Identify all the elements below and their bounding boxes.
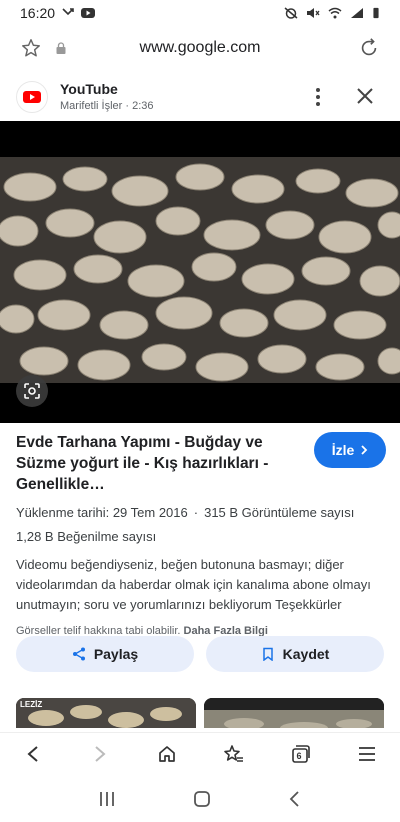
visit-button[interactable]: İzle (314, 432, 386, 468)
tabs-button[interactable]: 6 (289, 743, 311, 765)
description: Videomu beğendiyseniz, beğen butonuna ba… (16, 557, 371, 612)
system-back-icon[interactable] (288, 790, 302, 808)
related-thumbnail[interactable]: LEZİZ (16, 698, 196, 728)
wifi-icon (328, 7, 342, 19)
reload-icon[interactable] (358, 37, 380, 59)
tarhana-photo (0, 157, 400, 383)
forward-button[interactable] (89, 743, 111, 765)
share-icon (72, 647, 85, 661)
related-images: LEZİZ (16, 698, 400, 728)
hamburger-menu-icon (358, 746, 375, 761)
system-navigation (0, 776, 400, 822)
youtube-notification-icon (81, 8, 96, 18)
related-label: LEZİZ (20, 700, 43, 709)
like-count: 1,28 B Beğenilme sayısı (16, 529, 157, 544)
home-screen-icon[interactable] (192, 789, 212, 809)
tab-count: 6 (296, 750, 302, 761)
save-label: Kaydet (282, 646, 330, 662)
back-button[interactable] (22, 743, 44, 765)
google-lens-button[interactable] (16, 375, 48, 407)
forward-arrow-icon (95, 745, 106, 762)
chevron-right-icon (361, 445, 368, 455)
source-header: YouTube Marifetli İşler · 2:36 (0, 74, 400, 120)
bookmarks-button[interactable] (222, 743, 244, 765)
youtube-logo-icon (16, 81, 48, 113)
share-button[interactable]: Paylaş (16, 636, 194, 672)
source-name: YouTube (60, 81, 118, 97)
alarm-off-icon (284, 7, 298, 19)
home-button[interactable] (156, 743, 178, 765)
close-icon[interactable] (356, 87, 374, 105)
action-row: Paylaş Kaydet (16, 636, 384, 672)
share-label: Paylaş (93, 646, 139, 662)
mute-icon (307, 8, 320, 18)
related-photo (16, 698, 196, 728)
image-preview[interactable] (0, 121, 400, 423)
related-photo (204, 698, 384, 728)
related-thumbnail[interactable] (204, 698, 384, 728)
home-icon (158, 745, 175, 762)
bookmarks-star-icon (224, 744, 244, 762)
menu-button[interactable] (356, 743, 378, 765)
url-text[interactable]: www.google.com (0, 39, 400, 57)
signal-icon (351, 8, 363, 18)
visit-label: İzle (331, 442, 355, 458)
recent-apps-icon[interactable] (98, 790, 116, 808)
missed-call-icon (62, 8, 74, 16)
browser-toolbar: 6 (0, 732, 400, 774)
result-title[interactable]: Evde Tarhana Yapımı - Buğday ve Süzme yo… (16, 432, 298, 495)
status-bar: 16:20 (0, 0, 400, 26)
address-bar: www.google.com (0, 30, 400, 66)
back-arrow-icon (27, 745, 38, 762)
battery-icon (373, 7, 379, 19)
save-button[interactable]: Kaydet (206, 636, 384, 672)
upload-date: Yüklenme tarihi: 29 Tem 2016 (16, 505, 188, 520)
lens-icon (24, 383, 40, 399)
view-count: 315 B Görüntüleme sayısı (204, 505, 355, 520)
more-options-icon[interactable] (308, 86, 328, 108)
source-meta: Marifetli İşler · 2:36 (60, 100, 154, 112)
result-info: Evde Tarhana Yapımı - Buğday ve Süzme yo… (16, 432, 386, 639)
meta-row: Yüklenme tarihi: 29 Tem 2016 · 315 B Görün… (16, 505, 355, 520)
bookmark-icon (262, 647, 273, 661)
status-time: 16:20 (20, 5, 56, 21)
